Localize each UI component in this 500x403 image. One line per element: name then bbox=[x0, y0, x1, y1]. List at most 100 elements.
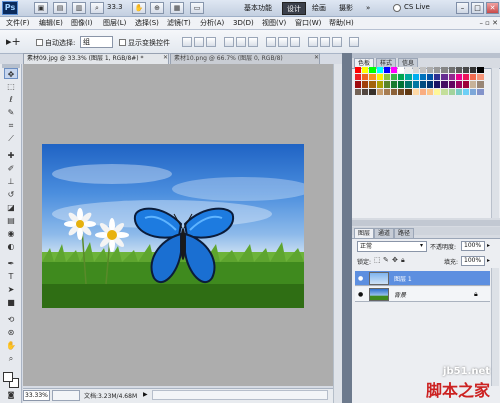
color-swatch[interactable] bbox=[405, 74, 412, 81]
distribute-left-icon[interactable] bbox=[308, 37, 318, 47]
color-swatch[interactable] bbox=[355, 81, 362, 88]
menu-file[interactable]: 文件(F) bbox=[6, 18, 30, 29]
menu-edit[interactable]: 编辑(E) bbox=[39, 18, 63, 29]
color-swatch[interactable] bbox=[369, 74, 376, 81]
lock-position-icon[interactable]: ✥ bbox=[392, 256, 398, 264]
align-hcenter-icon[interactable] bbox=[236, 37, 246, 47]
color-swatch[interactable] bbox=[455, 74, 462, 81]
align-right-icon[interactable] bbox=[248, 37, 258, 47]
color-swatch[interactable] bbox=[412, 81, 419, 88]
tab-channels[interactable]: 通道 bbox=[374, 228, 395, 238]
color-swatch[interactable] bbox=[355, 88, 362, 95]
menu-3d[interactable]: 3D(D) bbox=[233, 18, 254, 29]
marquee-tool-icon[interactable]: ⬚ bbox=[4, 81, 18, 92]
color-swatch[interactable] bbox=[441, 81, 448, 88]
gradient-tool-icon[interactable]: ▤ bbox=[4, 215, 18, 226]
color-swatch[interactable] bbox=[470, 81, 477, 88]
color-swatch[interactable] bbox=[477, 88, 484, 95]
quick-mask-icon[interactable]: ◙ bbox=[4, 390, 18, 401]
zoom-icon[interactable]: ⌕ bbox=[4, 353, 18, 364]
opacity-field[interactable]: 100% bbox=[461, 241, 485, 251]
color-swatch[interactable] bbox=[470, 74, 477, 81]
align-top-icon[interactable] bbox=[182, 37, 192, 47]
color-swatch[interactable] bbox=[398, 67, 405, 74]
color-swatch[interactable] bbox=[419, 67, 426, 74]
color-swatch[interactable] bbox=[376, 81, 383, 88]
color-swatch[interactable] bbox=[376, 67, 383, 74]
color-swatch[interactable] bbox=[463, 74, 470, 81]
color-swatch[interactable] bbox=[427, 88, 434, 95]
align-left-icon[interactable] bbox=[224, 37, 234, 47]
document-window-controls[interactable]: – ▫ ✕ bbox=[458, 19, 498, 28]
horizontal-scrollbar[interactable] bbox=[152, 390, 328, 400]
auto-select-checkbox[interactable] bbox=[36, 39, 43, 46]
distribute-top-icon[interactable] bbox=[266, 37, 276, 47]
close-tab-1-icon[interactable]: ✕ bbox=[163, 54, 168, 61]
color-swatch[interactable] bbox=[376, 74, 383, 81]
color-swatch[interactable] bbox=[412, 74, 419, 81]
color-swatch[interactable] bbox=[419, 74, 426, 81]
dodge-tool-icon[interactable]: ◐ bbox=[4, 241, 18, 252]
zoom-tool-icon[interactable]: ⊕ bbox=[150, 2, 164, 14]
color-swatch[interactable] bbox=[398, 81, 405, 88]
color-swatch[interactable] bbox=[419, 88, 426, 95]
distribute-right-icon[interactable] bbox=[332, 37, 342, 47]
minimize-button[interactable]: – bbox=[456, 2, 469, 14]
workspace-design[interactable]: 设计 bbox=[282, 2, 306, 15]
visibility-eye-icon[interactable]: ● bbox=[358, 275, 363, 282]
color-swatch[interactable] bbox=[391, 81, 398, 88]
color-swatch[interactable] bbox=[383, 81, 390, 88]
rectangle-tool-icon[interactable]: ■ bbox=[4, 297, 18, 308]
layer-row-layer1[interactable]: ● 图层 1 bbox=[355, 271, 490, 286]
fill-field[interactable]: 100% bbox=[461, 256, 485, 266]
swatch-grid[interactable] bbox=[355, 67, 488, 123]
color-swatch[interactable] bbox=[369, 67, 376, 74]
color-swatch[interactable] bbox=[391, 67, 398, 74]
menu-filter[interactable]: 滤镜(T) bbox=[167, 18, 191, 29]
pen-tool-icon[interactable]: ✒ bbox=[4, 258, 18, 269]
color-swatch[interactable] bbox=[427, 74, 434, 81]
more-workspaces-button[interactable]: » bbox=[362, 2, 374, 15]
color-swatch[interactable] bbox=[405, 67, 412, 74]
menu-select[interactable]: 选择(S) bbox=[135, 18, 159, 29]
lock-transparent-icon[interactable]: ⬚ bbox=[374, 256, 381, 264]
cs-live-button[interactable]: CS Live bbox=[404, 3, 430, 11]
color-swatch[interactable] bbox=[405, 88, 412, 95]
fill-arrow-icon[interactable]: ▸ bbox=[487, 257, 490, 264]
color-swatch[interactable] bbox=[383, 74, 390, 81]
color-swatch[interactable] bbox=[448, 88, 455, 95]
color-swatch[interactable] bbox=[470, 67, 477, 74]
color-swatch[interactable] bbox=[441, 67, 448, 74]
layer-row-background[interactable]: ● 背景 🔒︎ bbox=[355, 287, 490, 302]
color-swatch[interactable] bbox=[427, 67, 434, 74]
lock-all-icon[interactable]: 🔒︎ bbox=[401, 256, 405, 265]
color-swatch[interactable] bbox=[391, 74, 398, 81]
screen-mode-icon[interactable]: ▭ bbox=[190, 2, 204, 14]
color-swatch[interactable] bbox=[362, 74, 369, 81]
workspace-painting[interactable]: 绘画 bbox=[308, 2, 330, 15]
color-swatch[interactable] bbox=[398, 74, 405, 81]
bridge-icon[interactable]: ▣ bbox=[34, 2, 48, 14]
color-swatch[interactable] bbox=[405, 81, 412, 88]
auto-select-target-select[interactable]: 组 bbox=[80, 36, 113, 48]
menu-view[interactable]: 视图(V) bbox=[262, 18, 286, 29]
align-bottom-icon[interactable] bbox=[206, 37, 216, 47]
path-selection-tool-icon[interactable]: ➤ bbox=[4, 284, 18, 295]
color-swatch[interactable] bbox=[463, 67, 470, 74]
color-swatch[interactable] bbox=[477, 67, 484, 74]
history-brush-tool-icon[interactable]: ↺ bbox=[4, 189, 18, 200]
color-swatch[interactable] bbox=[448, 81, 455, 88]
color-swatch[interactable] bbox=[355, 67, 362, 74]
color-swatch[interactable] bbox=[455, 67, 462, 74]
color-swatch[interactable] bbox=[455, 81, 462, 88]
blur-tool-icon[interactable]: ◉ bbox=[4, 228, 18, 239]
color-swatch[interactable] bbox=[376, 88, 383, 95]
color-swatch[interactable] bbox=[434, 74, 441, 81]
tab-paths[interactable]: 路径 bbox=[394, 228, 415, 238]
crop-tool-icon[interactable]: ⌗ bbox=[4, 120, 18, 131]
color-swatch[interactable] bbox=[463, 81, 470, 88]
hand-icon[interactable]: ✋ bbox=[4, 340, 18, 351]
distribute-bottom-icon[interactable] bbox=[290, 37, 300, 47]
menu-analysis[interactable]: 分析(A) bbox=[200, 18, 224, 29]
color-swatch[interactable] bbox=[391, 88, 398, 95]
